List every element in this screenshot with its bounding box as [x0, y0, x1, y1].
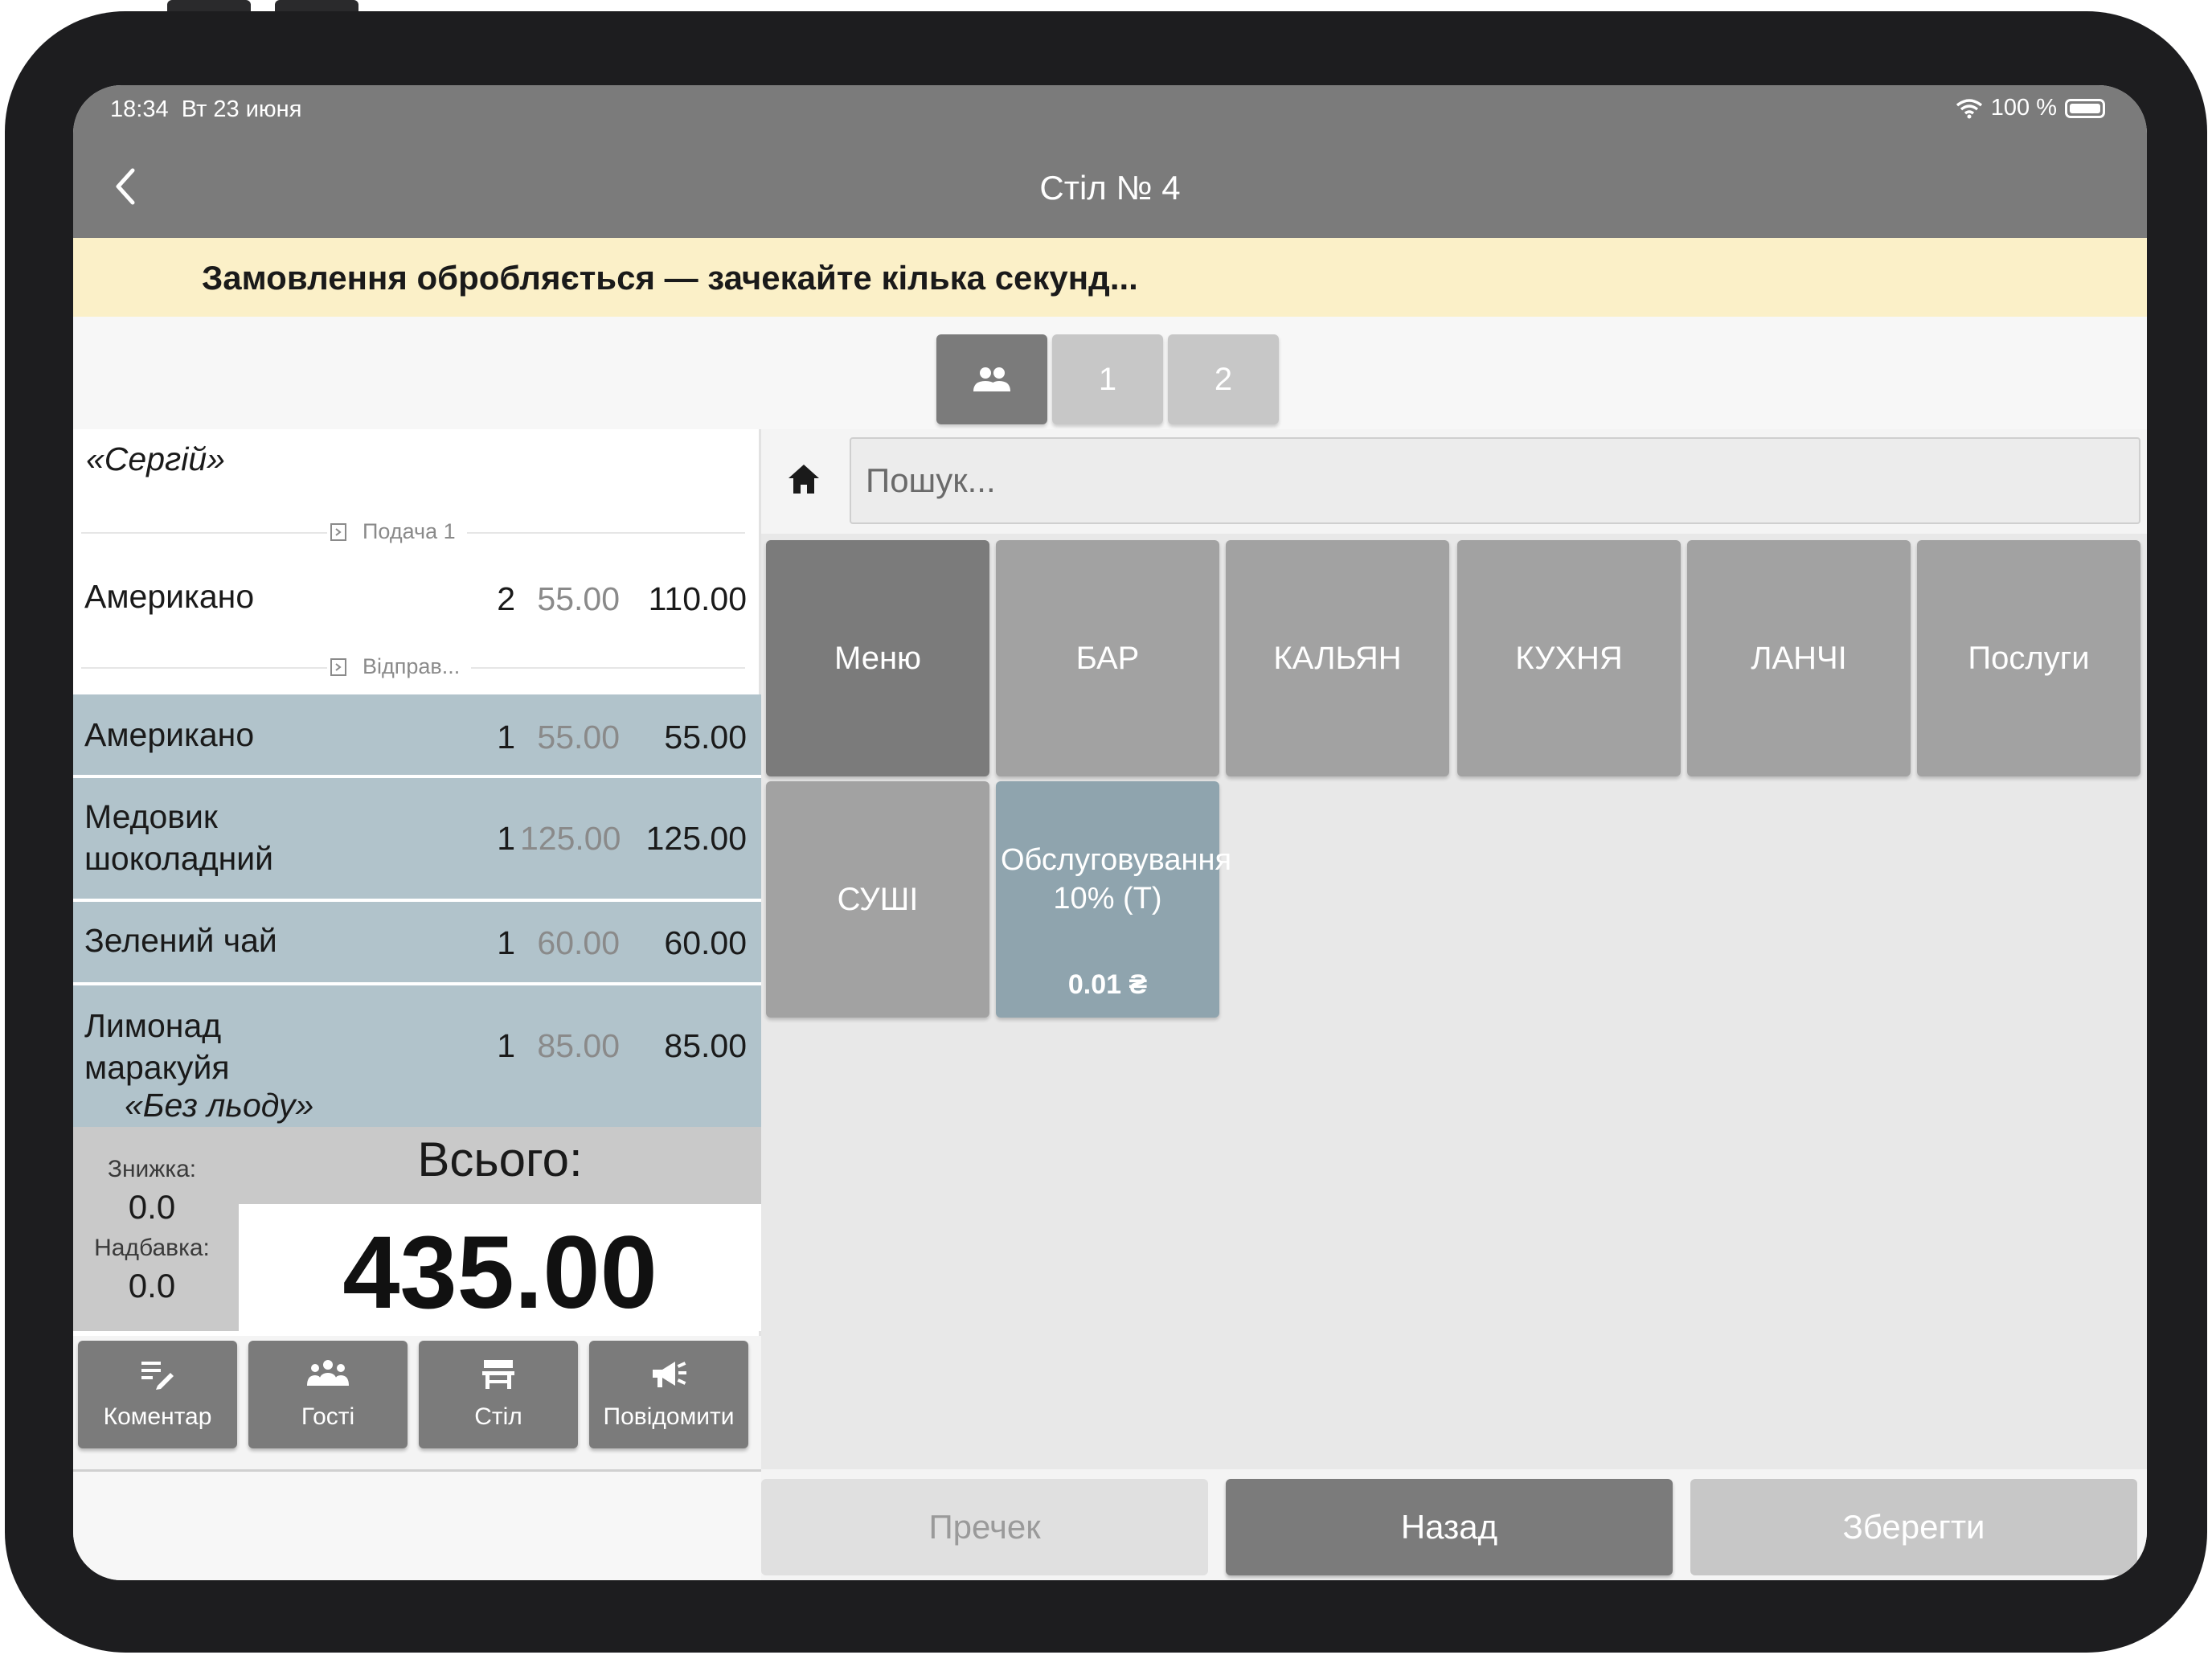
notice-text: Замовлення обробляється — зачекайте кіль…	[202, 259, 1138, 297]
item-qty: 1	[497, 1027, 515, 1064]
processing-notice: Замовлення обробляється — зачекайте кіль…	[73, 238, 2147, 317]
discount-label: Знижка:	[107, 1156, 197, 1182]
app-screen: 18:34 Вт 23 июня 100 % Стіл № 4 Замовлен…	[73, 85, 2147, 1580]
search-row	[761, 429, 2147, 534]
tab-guest-2[interactable]: 2	[1168, 334, 1279, 424]
order-item-row[interactable]: Американо 1 55.00 55.00	[73, 694, 761, 778]
item-comment: «Без льоду»	[125, 1087, 314, 1124]
item-price: 125.00	[520, 820, 621, 857]
surcharge-value[interactable]: 0.0	[73, 1267, 231, 1305]
table-button-label: Стіл	[474, 1403, 522, 1430]
status-indicators: 100 %	[1956, 95, 2105, 121]
item-total: 85.00	[664, 1027, 747, 1064]
category-tile-sushi[interactable]: СУШІ	[766, 781, 989, 1018]
item-name: Зелений чай	[84, 922, 277, 959]
item-name: Лимонад маракуйя	[84, 1007, 230, 1086]
people-icon	[973, 367, 1010, 391]
total-label: Всього:	[417, 1133, 583, 1186]
category-tile-lunch[interactable]: ЛАНЧІ	[1687, 540, 1911, 776]
back-button[interactable]: Назад	[1226, 1479, 1673, 1575]
comment-icon-wrap	[78, 1358, 237, 1394]
sent-label: Відправ...	[351, 654, 472, 679]
battery-icon	[2065, 98, 2105, 118]
search-input[interactable]	[850, 437, 2140, 524]
order-item-row[interactable]: Медовик шоколадний 1 125.00 125.00	[73, 778, 761, 902]
item-price: 60.00	[537, 924, 620, 961]
item-total: 60.00	[664, 924, 747, 961]
table-button[interactable]: Стіл	[419, 1341, 578, 1448]
item-qty: 2	[497, 580, 515, 617]
item-name: Американо	[84, 716, 255, 753]
guests-icon-wrap	[248, 1358, 408, 1394]
total-box: 435.00	[239, 1204, 761, 1331]
guests-icon	[307, 1360, 349, 1386]
category-tile-hookah[interactable]: КАЛЬЯН	[1226, 540, 1449, 776]
tablet-device: 18:34 Вт 23 июня 100 % Стіл № 4 Замовлен…	[0, 0, 2212, 1659]
discount-value[interactable]: 0.0	[73, 1188, 231, 1227]
category-tile-services[interactable]: Послуги	[1917, 540, 2140, 776]
item-name: Американо	[84, 578, 255, 615]
total-value: 435.00	[342, 1215, 657, 1330]
sent-icon	[327, 657, 351, 678]
order-item-row[interactable]: Американо 2 55.00 110.00	[73, 553, 761, 645]
megaphone-icon	[653, 1362, 686, 1387]
category-tile-bar[interactable]: БАР	[996, 540, 1219, 776]
tab-all-guests[interactable]	[936, 334, 1047, 424]
notify-button-label: Повідомити	[603, 1403, 735, 1430]
tab-guest-1[interactable]: 1	[1052, 334, 1163, 424]
bottom-bar: Пречек Назад Зберегти	[761, 1469, 2147, 1580]
wifi-icon	[1956, 98, 1982, 118]
item-price: 55.00	[537, 580, 620, 617]
guests-button-label: Гості	[301, 1403, 355, 1430]
notify-button[interactable]: Повідомити	[589, 1341, 748, 1448]
battery-percent: 100 %	[1990, 95, 2057, 121]
course-icon	[327, 522, 351, 543]
item-qty: 1	[497, 719, 515, 756]
item-qty: 1	[497, 820, 515, 857]
product-name: Обслуговування 10% (Т)	[1001, 843, 1232, 916]
order-item-row[interactable]: Зелений чай 1 60.00 60.00	[73, 902, 761, 985]
comment-button[interactable]: Коментар	[78, 1341, 237, 1448]
item-total: 125.00	[645, 820, 747, 857]
item-qty: 1	[497, 924, 515, 961]
item-price: 85.00	[537, 1027, 620, 1064]
comment-button-label: Коментар	[103, 1403, 212, 1430]
table-icon	[482, 1360, 514, 1389]
order-actions: Коментар Гості Стіл Повідомити	[73, 1336, 761, 1455]
page-title: Стіл № 4	[1039, 169, 1181, 207]
guests-button[interactable]: Гості	[248, 1341, 408, 1448]
precheck-button[interactable]: Пречек	[761, 1479, 1208, 1575]
table-icon-wrap	[419, 1358, 578, 1394]
item-name: Медовик шоколадний	[84, 798, 274, 877]
comment-edit-icon	[141, 1362, 174, 1390]
surcharge-label: Надбавка:	[94, 1235, 210, 1261]
item-total: 110.00	[648, 580, 747, 617]
home-icon[interactable]	[785, 461, 822, 498]
left-footer	[73, 1469, 761, 1580]
item-price: 55.00	[537, 719, 620, 756]
product-tile-service-charge[interactable]: Обслуговування 10% (Т) 0.01 ₴	[996, 781, 1232, 1018]
category-tile-kitchen[interactable]: КУХНЯ	[1457, 540, 1681, 776]
guest-name: «Сергій»	[86, 440, 225, 477]
totals-panel: Знижка: 0.0 Надбавка: 0.0 Всього: 435.00	[73, 1127, 761, 1331]
category-tile-menu[interactable]: Меню	[766, 540, 989, 776]
course-label: Подача 1	[351, 519, 467, 544]
save-button[interactable]: Зберегти	[1690, 1479, 2137, 1575]
order-item-row[interactable]: Лимонад маракуйя 1 85.00 85.00 «Без льод…	[73, 985, 761, 1127]
status-clock: 18:34 Вт 23 июня	[110, 96, 301, 123]
item-total: 55.00	[664, 719, 747, 756]
product-price: 0.01 ₴	[1067, 969, 1148, 1000]
course-separator: Подача 1	[81, 511, 745, 553]
notify-icon-wrap	[589, 1358, 748, 1394]
status-date: Вт 23 июня	[181, 96, 302, 122]
status-time: 18:34	[110, 96, 169, 122]
menu-panel: Меню БАР КАЛЬЯН КУХНЯ ЛАНЧІ Послуги СУШІ…	[761, 429, 2147, 1474]
course-separator: Відправ...	[81, 646, 745, 688]
top-bar: 18:34 Вт 23 июня 100 % Стіл № 4	[73, 85, 2147, 238]
